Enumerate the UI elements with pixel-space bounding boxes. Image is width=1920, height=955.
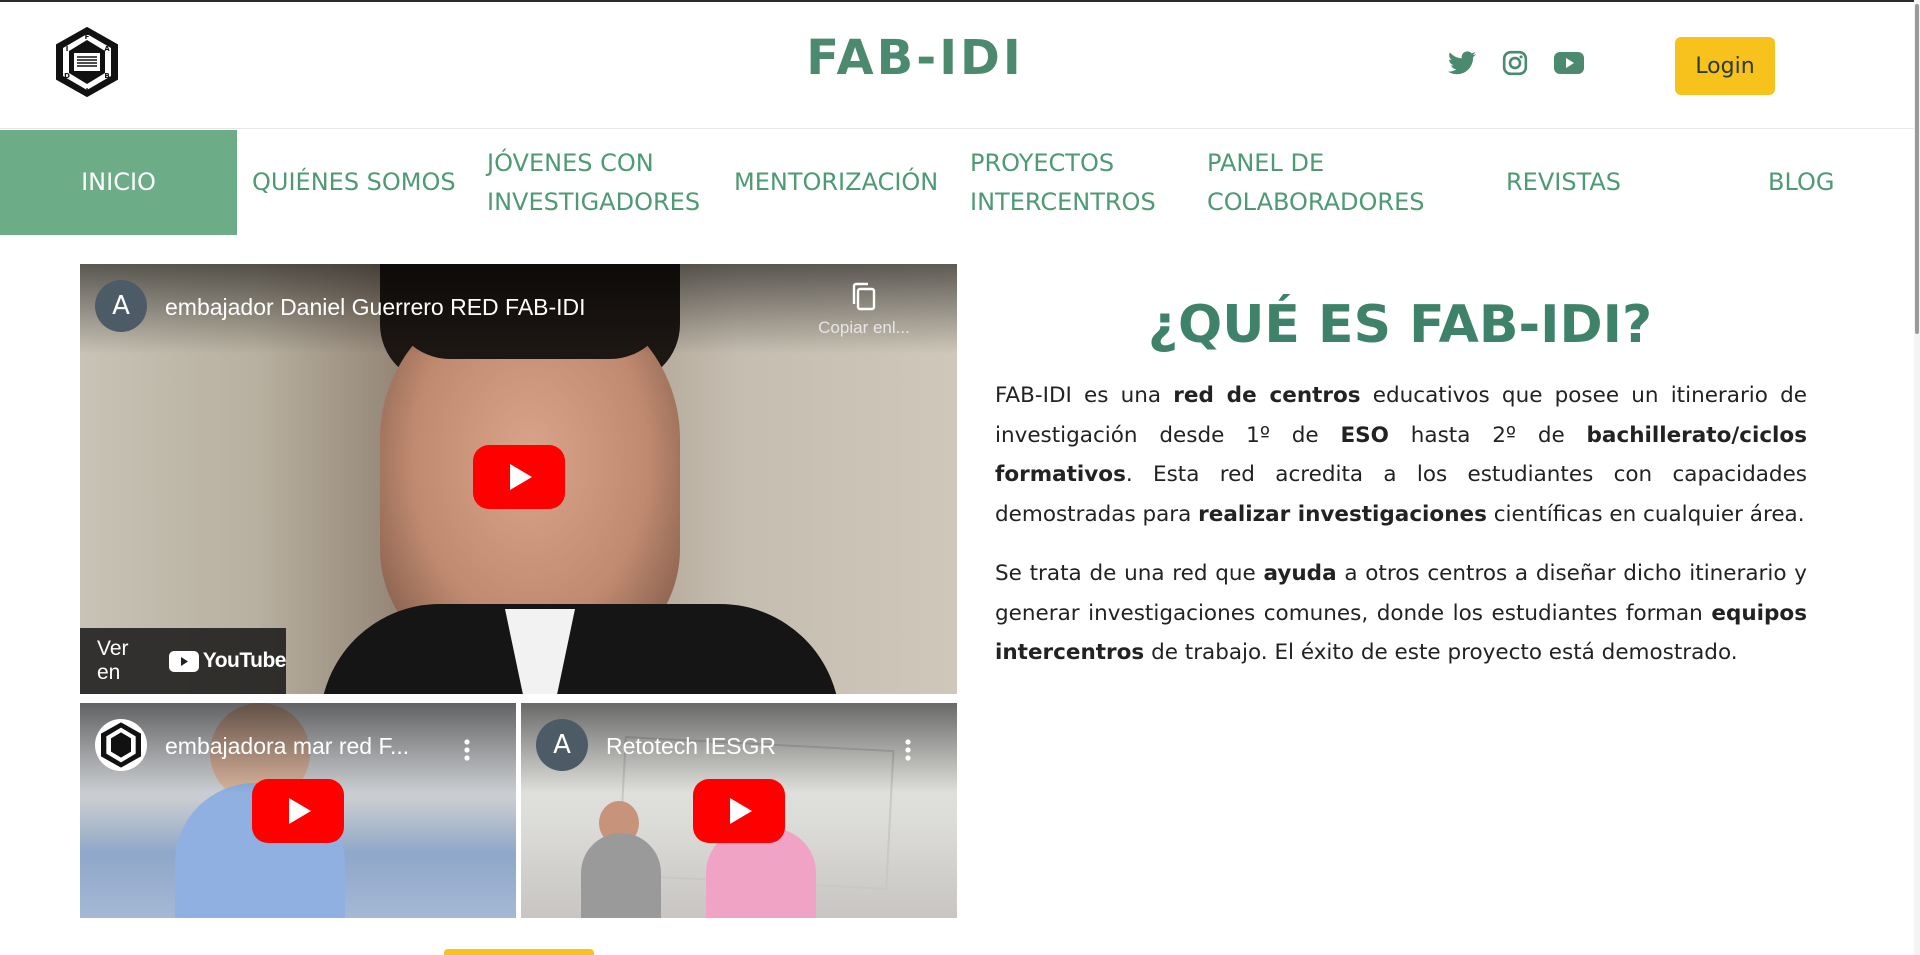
play-icon [730,798,752,824]
more-options-icon[interactable] [904,738,912,762]
video-embed-small-1[interactable]: embajadora mar red F... [80,703,516,918]
logo-letter: A [104,45,110,53]
nav-item-jovenes-con-investigadores[interactable]: JÓVENES CON INVESTIGADORES [487,130,700,235]
logo-letter: I [66,45,69,53]
video-thumbnail-person [581,833,661,918]
play-icon [289,798,311,824]
nav-item-inicio[interactable]: INICIO [0,130,237,235]
video-title[interactable]: Retotech IESGR [606,733,776,760]
nav-item-label-line2: INTERCENTROS [970,187,1156,216]
body-text: FAB-IDI es una [995,383,1174,408]
site-logo[interactable]: F A B I D I [54,26,120,98]
scrollbar[interactable] [1914,0,1920,955]
nav-item-label: QUIÉNES SOMOS [252,168,456,196]
watch-on-label: Ver en [97,637,129,684]
channel-avatar[interactable]: A [536,719,588,771]
logo-letter: B [104,72,109,80]
site-header: F A B I D I FAB-IDI Login [0,2,1920,129]
about-heading: ¿QUÉ ES FAB-IDI? [1147,295,1653,355]
emphasis-text: red de centros [1173,383,1361,408]
login-button[interactable]: Login [1675,37,1775,95]
logo-letter: D [64,72,70,80]
scrollbar-thumb[interactable] [1915,4,1919,334]
nav-item-label-line1: PROYECTOS [970,148,1115,177]
main-nav: INICIO QUIÉNES SOMOS JÓVENES CON INVESTI… [0,130,1920,235]
youtube-wordmark: YouTube [202,649,287,672]
copy-link-label: Copiar enl... [818,318,910,337]
emphasis-text: realizar investigaciones [1198,501,1487,527]
video-embed-small-2[interactable]: A Retotech IESGR [521,703,957,918]
play-icon [510,464,532,490]
site-title[interactable]: FAB-IDI [700,30,1130,86]
fab-idi-logo-icon [101,722,141,768]
nav-item-label: PANEL DE COLABORADORES [1207,144,1425,222]
nav-item-label-line2: INVESTIGADORES [487,187,701,216]
play-button[interactable] [473,445,565,509]
about-paragraph-2: Se trata de una red que ayuda a otros ce… [995,554,1807,673]
youtube-icon[interactable] [1554,48,1584,78]
body-text: Se trata de una red que [995,561,1264,586]
logo-letter: F [85,33,90,41]
youtube-logo-icon: YouTube [168,649,287,673]
nav-item-panel-de-colaboradores[interactable]: PANEL DE COLABORADORES [1207,130,1425,235]
video-title[interactable]: embajadora mar red F... [165,733,409,760]
about-paragraph-1: FAB-IDI es una red de centros educativos… [995,376,1807,534]
nav-item-label: JÓVENES CON INVESTIGADORES [487,144,700,222]
logo-letter: I [86,87,89,95]
copy-icon [852,282,876,311]
nav-item-label: PROYECTOS INTERCENTROS [970,144,1156,222]
play-button[interactable] [252,779,344,843]
body-text: científicas en cualquier área. [1486,501,1805,527]
more-options-icon[interactable] [463,738,471,762]
nav-item-mentorizacion[interactable]: MENTORIZACIÓN [734,130,938,235]
bottom-button-peek[interactable] [444,949,594,955]
channel-avatar[interactable]: A [95,280,147,332]
nav-item-blog[interactable]: BLOG [1768,130,1834,235]
nav-item-revistas[interactable]: REVISTAS [1506,130,1621,235]
nav-item-label: INICIO [81,168,156,196]
video-thumbnail-suit [320,604,840,694]
emphasis-text: ayuda [1263,561,1337,586]
channel-avatar[interactable] [95,719,147,771]
twitter-icon[interactable] [1447,48,1477,78]
nav-item-label-line2: COLABORADORES [1207,187,1425,216]
nav-item-label-line1: PANEL DE [1207,148,1325,177]
instagram-icon[interactable] [1500,48,1530,78]
emphasis-text: ESO [1340,422,1389,448]
nav-item-label: MENTORIZACIÓN [734,168,939,196]
body-text: de trabajo. El éxito de este proyecto es… [1144,640,1738,665]
nav-item-quienes-somos[interactable]: QUIÉNES SOMOS [252,130,456,235]
body-text: hasta 2º de [1388,422,1587,448]
nav-item-label: BLOG [1768,168,1835,196]
video-title[interactable]: embajador Daniel Guerrero RED FAB-IDI [165,294,586,321]
play-button[interactable] [693,779,785,843]
nav-item-label: REVISTAS [1506,168,1622,196]
nav-item-label-line1: JÓVENES CON [487,148,654,177]
video-embed-main[interactable]: A embajador Daniel Guerrero RED FAB-IDI … [80,264,957,694]
watch-on-youtube-button[interactable]: Ver en YouTube [80,628,287,694]
copy-link-button[interactable]: Copiar enl... [809,282,919,338]
nav-item-proyectos-intercentros[interactable]: PROYECTOS INTERCENTROS [970,130,1156,235]
